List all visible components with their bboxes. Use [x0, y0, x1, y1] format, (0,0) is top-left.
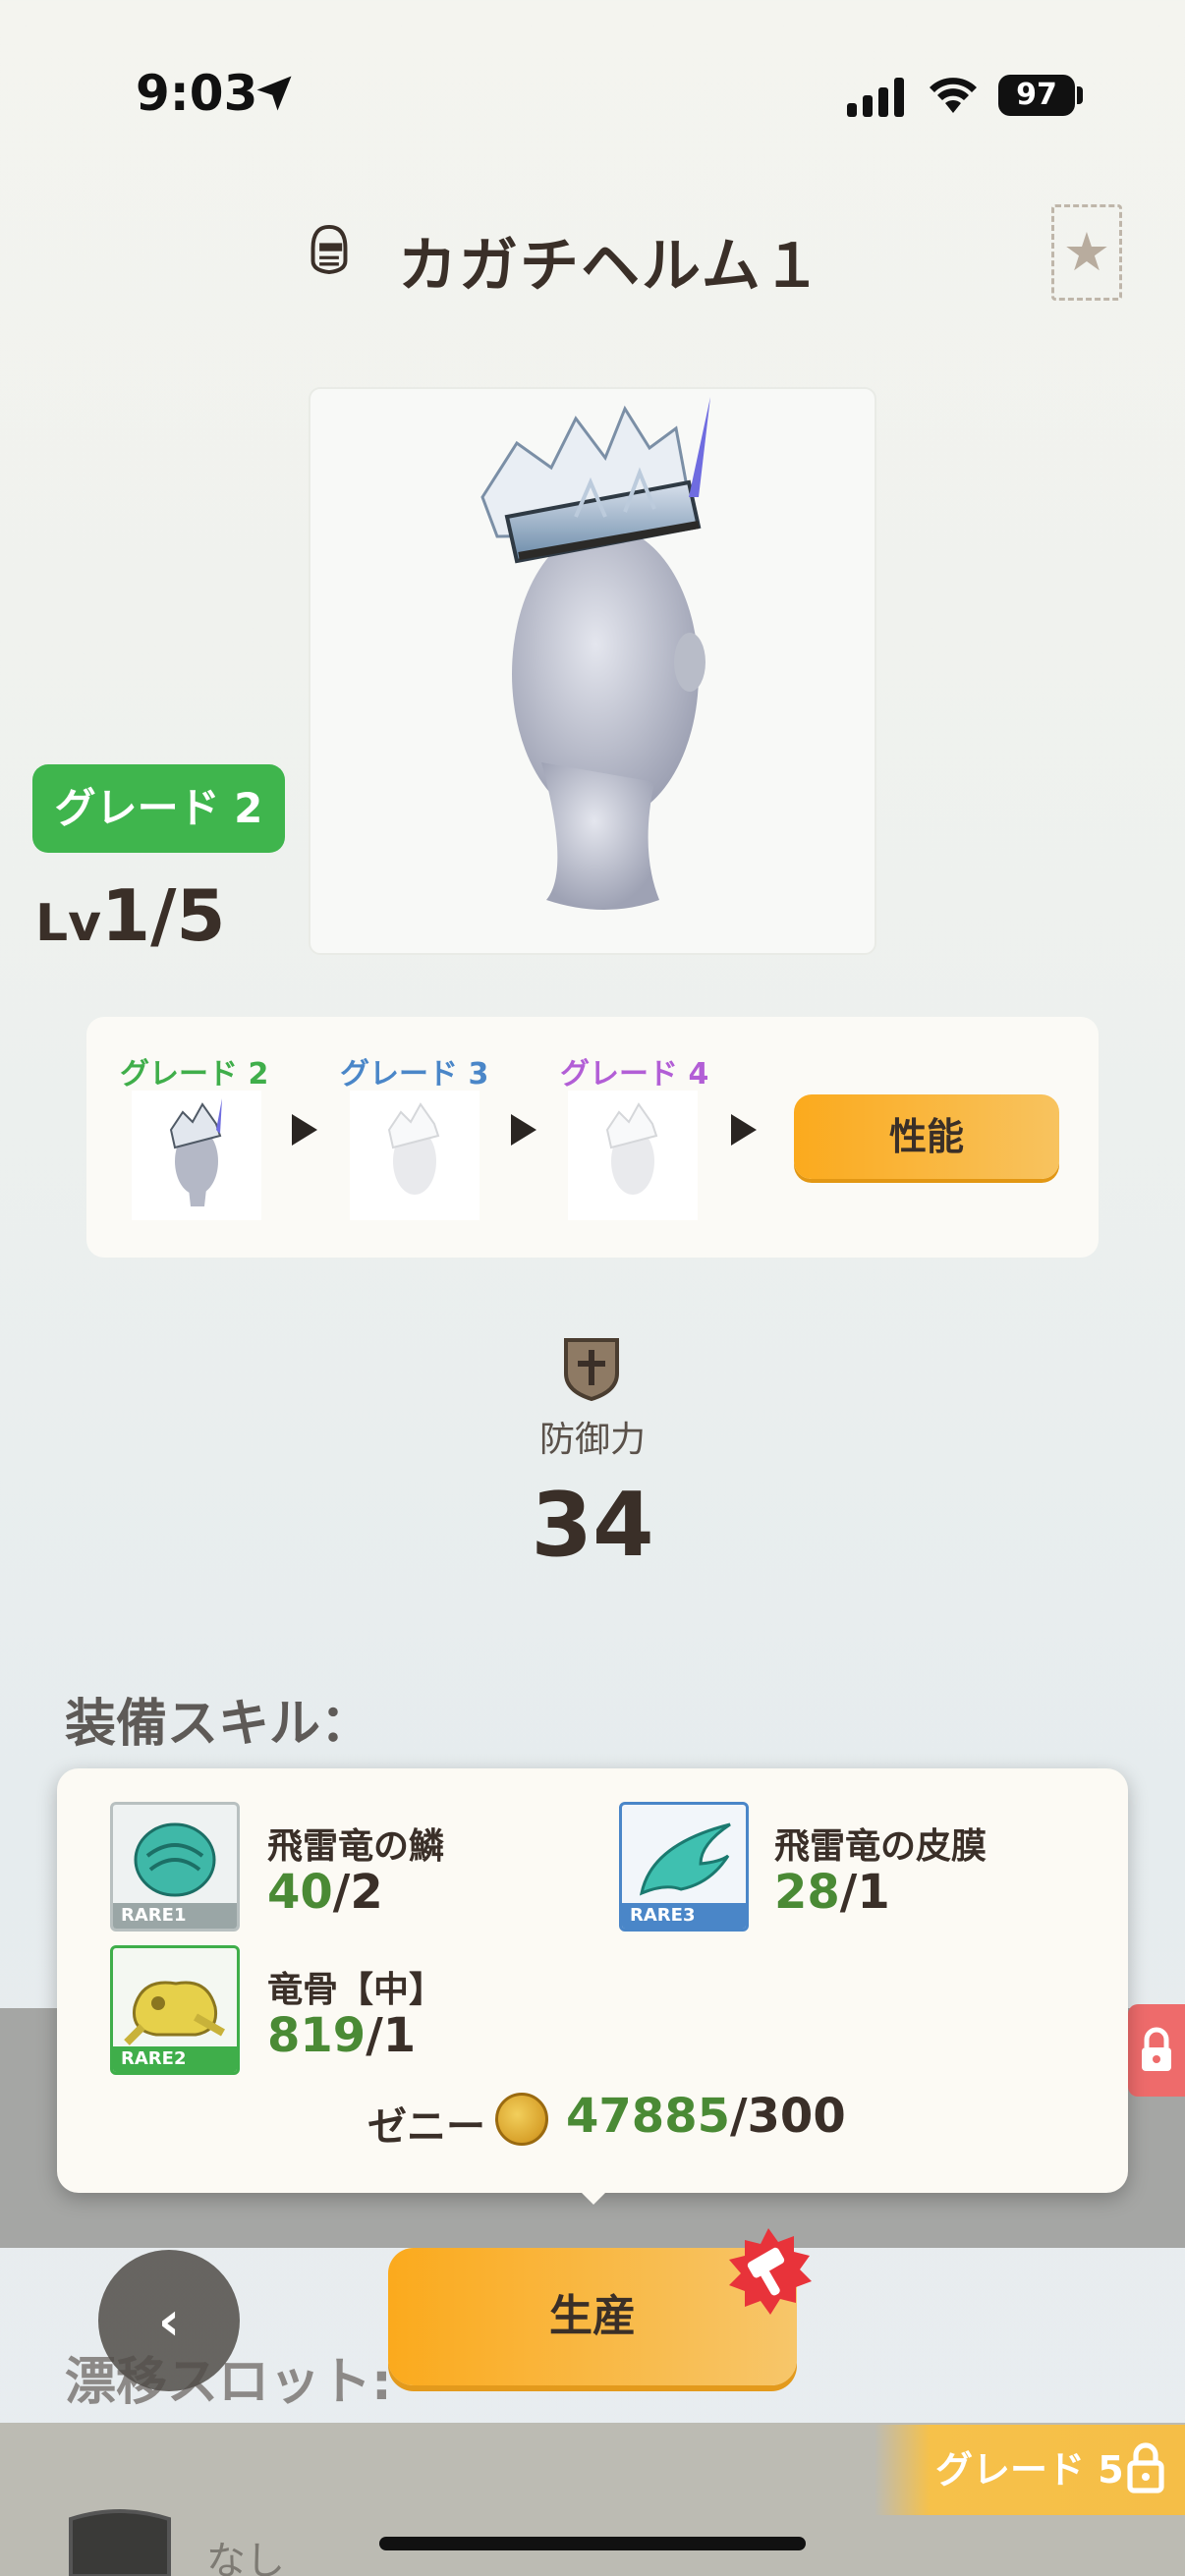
zeny-label: ゼニー — [367, 2104, 485, 2150]
material-count: 40/2 — [267, 1865, 383, 1920]
helmet-icon — [310, 224, 348, 275]
defense-value: 34 — [531, 1474, 654, 1577]
helmet-mannequin-image — [480, 397, 710, 910]
cellular-signal-icon — [847, 78, 904, 117]
popup-pointer — [572, 2183, 615, 2205]
lock-icon — [1142, 2027, 1171, 2071]
materials-popup: RARE1 飛雷竜の鱗 40/2 RARE3 飛雷竜の皮膜 28/1 RARE2… — [57, 1768, 1128, 2193]
arrow-right-icon — [731, 1114, 757, 1146]
rarity-label: RARE3 — [622, 1903, 746, 1929]
material-icon-bone[interactable]: RARE2 — [110, 1945, 240, 2075]
chevron-left-icon: ‹ — [157, 2289, 181, 2352]
location-arrow-icon — [256, 76, 292, 111]
helmet-thumbnail-image — [387, 1102, 440, 1195]
material-have: 40 — [267, 1865, 333, 1920]
grade-step-label: グレード 3 — [340, 1057, 489, 1092]
rarity-label: RARE2 — [113, 2046, 237, 2072]
wifi-icon — [930, 78, 977, 113]
zeny-coin-icon — [495, 2093, 548, 2146]
level-prefix: Lv — [35, 894, 102, 953]
hammer-badge-icon — [729, 2228, 812, 2315]
grade-step-label: グレード 4 — [560, 1057, 709, 1092]
material-count: 819/1 — [267, 2008, 416, 2063]
grade-2-thumbnail[interactable] — [132, 1091, 261, 1220]
grade-4-thumbnail[interactable] — [568, 1091, 698, 1220]
material-have: 28 — [774, 1865, 840, 1920]
material-icon-scale[interactable]: RARE1 — [110, 1802, 240, 1932]
back-button[interactable]: ‹ — [98, 2250, 240, 2391]
material-need: /2 — [332, 1865, 383, 1920]
grade-badge: グレード 2 — [32, 764, 285, 853]
arrow-right-icon — [292, 1114, 317, 1146]
grade-3-thumbnail[interactable] — [350, 1091, 480, 1220]
level-value: 1/5 — [101, 874, 226, 957]
star-icon: ★ — [1062, 221, 1111, 283]
battery-level: 97 — [998, 75, 1075, 116]
material-have: 819 — [267, 2008, 367, 2063]
helmet-thumbnail-image — [605, 1102, 658, 1195]
material-count: 28/1 — [774, 1865, 890, 1920]
equipment-level: Lv1/5 — [35, 874, 226, 957]
material-name: 飛雷竜の鱗 — [267, 1826, 445, 1867]
material-name: 飛雷竜の皮膜 — [774, 1826, 988, 1867]
arrow-right-icon — [511, 1114, 536, 1146]
performance-button[interactable]: 性能 — [794, 1094, 1059, 1179]
rarity-label: RARE1 — [113, 1903, 237, 1929]
lock-icon — [1127, 2442, 1164, 2493]
zeny-have: 47885 — [566, 2089, 730, 2144]
equipment-skills-title: 装備スキル： — [65, 1695, 372, 1754]
grade-step-label: グレード 2 — [120, 1057, 269, 1092]
material-name: 竜骨【中】 — [267, 1970, 445, 2010]
defense-label: 防御力 — [538, 1420, 646, 1460]
zeny-need: /300 — [730, 2089, 846, 2144]
material-need: /1 — [366, 2008, 417, 2063]
status-time: 9:03 — [136, 65, 258, 122]
material-icon-membrane[interactable]: RARE3 — [619, 1802, 749, 1932]
grade-lock-label: グレード 5 — [935, 2448, 1124, 2492]
favorite-button[interactable]: ★ — [1051, 204, 1122, 301]
equipment-preview[interactable] — [309, 387, 876, 955]
zeny-count: 47885/300 — [566, 2089, 846, 2144]
home-indicator — [379, 2537, 806, 2550]
material-need: /1 — [839, 1865, 890, 1920]
locked-tab[interactable] — [1128, 2004, 1185, 2097]
equipment-title: カガチヘルム１ — [398, 232, 823, 301]
defense-shield-icon — [564, 1338, 619, 1401]
helmet-thumbnail-image — [169, 1098, 222, 1206]
slot-shield-icon — [69, 2509, 171, 2576]
drift-slot-value: なし — [206, 2539, 285, 2576]
battery-tip — [1077, 86, 1083, 104]
